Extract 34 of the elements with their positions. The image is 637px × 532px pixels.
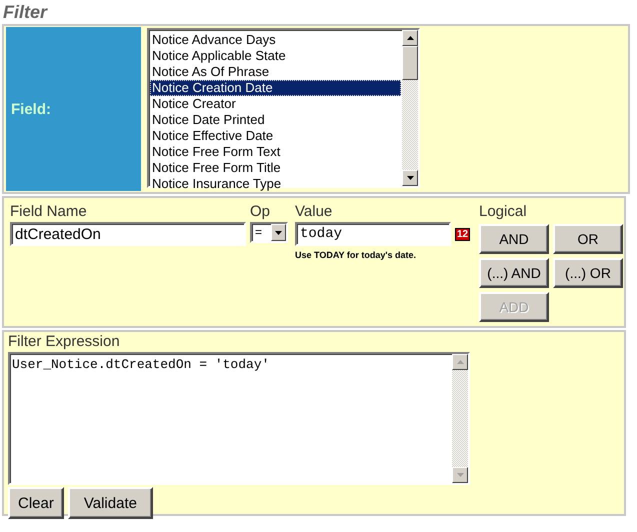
list-option[interactable]: Notice Effective Date xyxy=(150,128,401,144)
scroll-down-arrow-icon[interactable] xyxy=(406,176,414,180)
scroll-thumb[interactable] xyxy=(402,46,418,80)
expression-text: User_Notice.dtCreatedOn = 'today' xyxy=(11,356,270,374)
logical-button[interactable]: (...) AND xyxy=(479,258,549,288)
list-option[interactable]: Notice Creator xyxy=(150,96,401,112)
logical-label: Logical xyxy=(479,202,528,222)
list-option[interactable]: Notice Free Form Title xyxy=(150,160,401,176)
value-input[interactable]: today xyxy=(295,222,451,246)
list-option[interactable]: Notice Applicable State xyxy=(150,48,401,64)
list-option[interactable]: Notice Creation Date xyxy=(150,80,401,96)
logical-button[interactable]: AND xyxy=(479,224,549,254)
scroll-up-arrow-icon[interactable] xyxy=(406,36,414,40)
list-option[interactable]: Notice Insurance Type xyxy=(150,176,401,192)
list-option[interactable]: Notice Date Printed xyxy=(150,112,401,128)
validate-button[interactable]: Validate xyxy=(68,487,153,519)
hint-text: Use TODAY for today's date. xyxy=(295,250,418,260)
calendar-button[interactable]: 12 xyxy=(455,228,470,240)
logical-button[interactable]: (...) OR xyxy=(553,258,623,288)
page-title: Filter xyxy=(3,2,49,24)
op-label: Op xyxy=(250,202,272,222)
logical-button[interactable]: OR xyxy=(553,224,623,254)
listbox-scrollbar[interactable] xyxy=(402,30,418,186)
expression-textarea[interactable]: User_Notice.dtCreatedOn = 'today' xyxy=(8,352,470,485)
list-option[interactable]: Notice As Of Phrase xyxy=(150,64,401,80)
list-option[interactable]: Notice Advance Days xyxy=(150,32,401,48)
expression-label: Filter Expression xyxy=(8,332,121,352)
op-dropdown[interactable]: = xyxy=(250,222,288,243)
field-name-input[interactable]: dtCreatedOn xyxy=(10,222,246,246)
list-option[interactable]: Notice Free Form Text xyxy=(150,144,401,160)
clear-button[interactable]: Clear xyxy=(8,487,64,519)
field-name-label: Field Name xyxy=(10,202,88,222)
field-label: Field: xyxy=(11,100,51,118)
value-label: Value xyxy=(295,202,334,222)
